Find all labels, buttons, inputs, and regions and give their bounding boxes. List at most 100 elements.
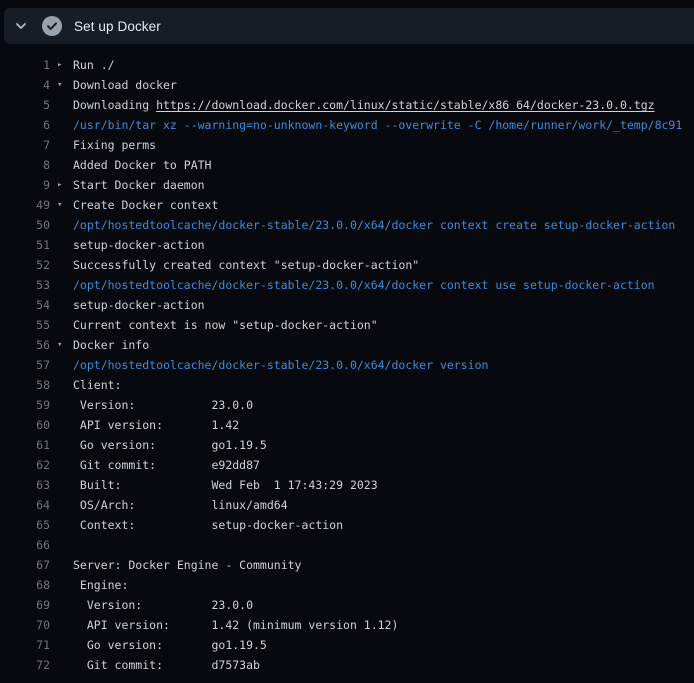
line-number[interactable]: 8 [0,155,50,175]
log-text: Context: setup-docker-action [73,515,694,535]
log-text: Added Docker to PATH [73,155,694,175]
log-line: 7 Fixing perms [0,135,694,155]
log-text-prefix: Downloading [73,98,156,112]
line-number[interactable]: 68 [0,575,50,595]
log-line: 49▾Create Docker context [0,195,694,215]
log-text: Current context is now "setup-docker-act… [73,315,694,335]
log-text: setup-docker-action [73,235,694,255]
log-text: Built: Wed Feb 1 17:43:29 2023 [73,475,694,495]
line-number[interactable]: 1 [0,55,50,75]
log-text: Downloading https://download.docker.com/… [73,95,694,115]
step-header[interactable]: Set up Docker [4,8,694,44]
log-text: Version: 23.0.0 [73,395,694,415]
log-text: setup-docker-action [73,295,694,315]
log-text: Fixing perms [73,135,694,155]
log-line: 57/opt/hostedtoolcache/docker-stable/23.… [0,355,694,375]
group-expanded-icon[interactable]: ▾ [50,195,73,215]
gutter-spacer [50,455,73,475]
log-line: 59 Version: 23.0.0 [0,395,694,415]
group-title[interactable]: Docker info [73,335,694,355]
log-line: 64 OS/Arch: linux/amd64 [0,495,694,515]
log-line: 51 setup-docker-action [0,235,694,255]
group-title[interactable]: Run ./ [73,55,694,75]
line-number[interactable]: 60 [0,415,50,435]
line-number[interactable]: 62 [0,455,50,475]
line-number[interactable]: 55 [0,315,50,335]
log-text: Engine: [73,575,694,595]
line-number[interactable]: 54 [0,295,50,315]
gutter-spacer [50,555,73,575]
line-number[interactable]: 70 [0,615,50,635]
gutter-spacer [50,355,73,375]
gutter-spacer [50,415,73,435]
chevron-down-icon[interactable] [6,8,36,44]
command-text: /opt/hostedtoolcache/docker-stable/23.0.… [73,355,694,375]
line-number[interactable]: 61 [0,435,50,455]
gutter-spacer [50,575,73,595]
gutter-spacer [50,435,73,455]
log-line: 54 setup-docker-action [0,295,694,315]
group-collapsed-icon[interactable]: ▸ [50,175,73,195]
group-title[interactable]: Start Docker daemon [73,175,694,195]
line-number[interactable]: 7 [0,135,50,155]
gutter-spacer [50,615,73,635]
log-area: 1▸Run ./4▾Download docker5Downloading ht… [0,44,694,683]
log-text: Version: 23.0.0 [73,595,694,615]
command-text: /opt/hostedtoolcache/docker-stable/23.0.… [73,275,694,295]
line-number[interactable]: 69 [0,595,50,615]
log-line: 67 Server: Docker Engine - Community [0,555,694,575]
log-text: Server: Docker Engine - Community [73,555,694,575]
log-text: API version: 1.42 (minimum version 1.12) [73,615,694,635]
gutter-spacer [50,395,73,415]
line-number[interactable]: 72 [0,655,50,675]
log-line: 5 Downloading https://download.docker.com… [0,95,694,115]
log-text: Git commit: d7573ab [73,655,694,675]
line-number[interactable]: 71 [0,635,50,655]
line-number[interactable]: 63 [0,475,50,495]
group-collapsed-icon[interactable]: ▸ [50,55,73,75]
group-title[interactable]: Create Docker context [73,195,694,215]
log-text: Go version: go1.19.5 [73,435,694,455]
log-line: 63 Built: Wed Feb 1 17:43:29 2023 [0,475,694,495]
gutter-spacer [50,155,73,175]
line-number[interactable]: 51 [0,235,50,255]
line-number[interactable]: 67 [0,555,50,575]
log-line: 4▾Download docker [0,75,694,95]
line-number[interactable]: 59 [0,395,50,415]
line-number[interactable]: 57 [0,355,50,375]
line-number[interactable]: 6 [0,115,50,135]
log-line: 53/opt/hostedtoolcache/docker-stable/23.… [0,275,694,295]
log-line: 52Successfully created context "setup-do… [0,255,694,275]
gutter-spacer [50,115,73,135]
log-link[interactable]: https://download.docker.com/linux/static… [156,98,655,112]
command-text: /usr/bin/tar xz --warning=no-unknown-key… [73,115,694,135]
gutter-spacer [50,635,73,655]
gutter-spacer [50,255,73,275]
workflow-log-viewer: Set up Docker 1▸Run ./4▾Download docker5… [0,0,694,683]
line-number[interactable]: 64 [0,495,50,515]
line-number[interactable]: 56 [0,335,50,355]
log-line: 8 Added Docker to PATH [0,155,694,175]
line-number[interactable]: 5 [0,95,50,115]
line-number[interactable]: 9 [0,175,50,195]
log-text: OS/Arch: linux/amd64 [73,495,694,515]
gutter-spacer [50,655,73,675]
line-number[interactable]: 50 [0,215,50,235]
line-number[interactable]: 52 [0,255,50,275]
line-number[interactable]: 66 [0,535,50,555]
log-line: 69 Version: 23.0.0 [0,595,694,615]
check-circle-icon [42,16,62,36]
group-expanded-icon[interactable]: ▾ [50,335,73,355]
line-number[interactable]: 65 [0,515,50,535]
log-text: Git commit: e92dd87 [73,455,694,475]
gutter-spacer [50,295,73,315]
line-number[interactable]: 58 [0,375,50,395]
log-line: 66 [0,535,694,555]
group-expanded-icon[interactable]: ▾ [50,75,73,95]
gutter-spacer [50,275,73,295]
group-title[interactable]: Download docker [73,75,694,95]
line-number[interactable]: 4 [0,75,50,95]
line-number[interactable]: 53 [0,275,50,295]
gutter-spacer [50,515,73,535]
line-number[interactable]: 49 [0,195,50,215]
